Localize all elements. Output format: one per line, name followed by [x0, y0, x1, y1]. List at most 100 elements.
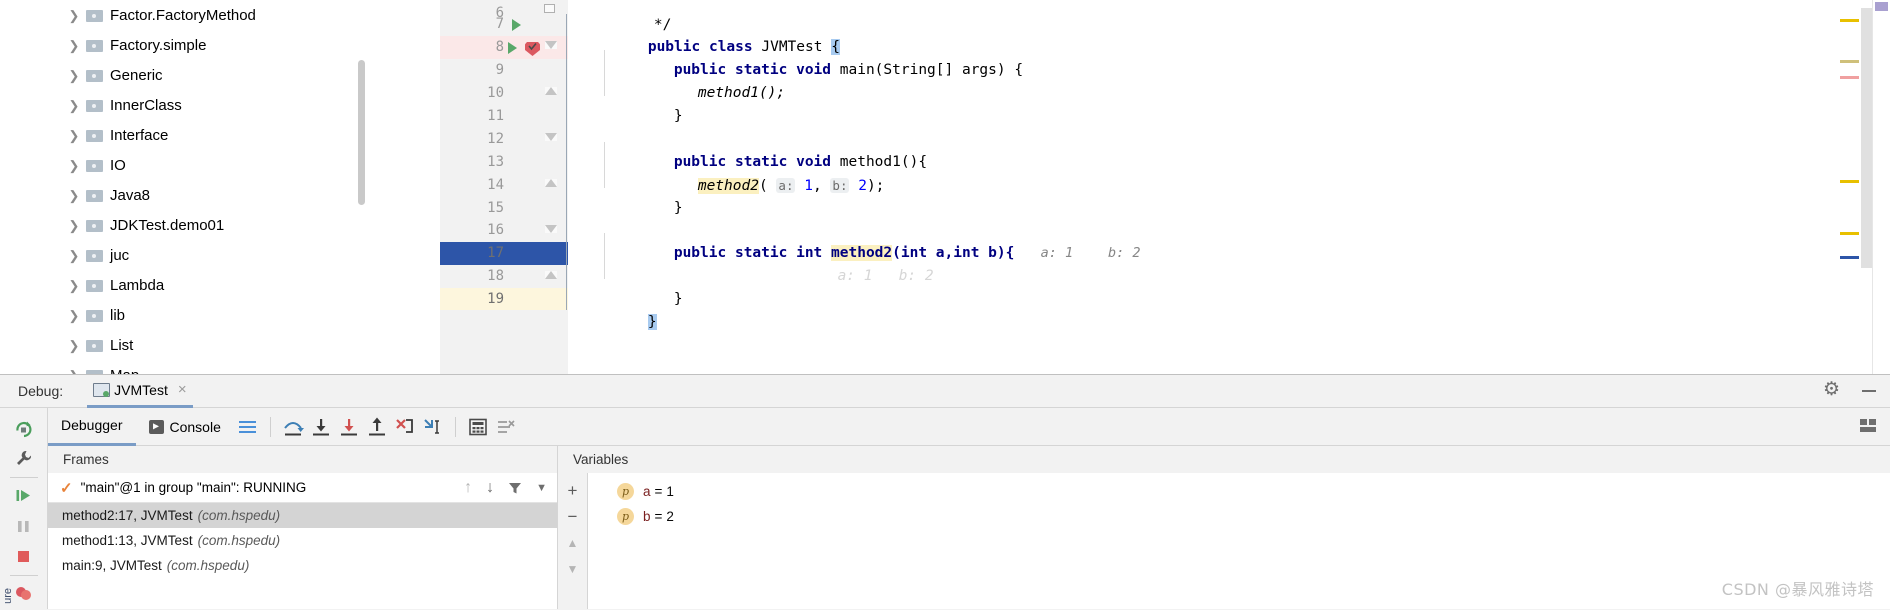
- chevron-right-icon[interactable]: ❯: [66, 219, 82, 232]
- tree-item-label: Generic: [110, 66, 163, 84]
- chevron-right-icon[interactable]: ❯: [66, 339, 82, 352]
- chevron-right-icon[interactable]: ❯: [66, 99, 82, 112]
- evaluate-expression-icon[interactable]: [464, 408, 492, 446]
- mute-breakpoints-icon[interactable]: [492, 408, 520, 446]
- force-step-into-icon[interactable]: [335, 408, 363, 446]
- marker-warning[interactable]: [1840, 232, 1859, 235]
- tree-item-6[interactable]: ❯ Java8: [0, 180, 440, 210]
- project-tree-scrollbar[interactable]: [358, 60, 365, 205]
- frame-row[interactable]: method2:17, JVMTest (com.hspedu): [48, 503, 557, 528]
- fold-marker-method1-icon[interactable]: [545, 133, 557, 141]
- editor-scrollbar-thumb[interactable]: [1861, 8, 1872, 268]
- run-to-cursor-icon[interactable]: [419, 408, 447, 446]
- tree-item-10[interactable]: ❯ lib: [0, 300, 440, 330]
- filter-icon[interactable]: [508, 481, 522, 495]
- breakpoint-icon[interactable]: [524, 40, 541, 57]
- frames-tools[interactable]: ↑ ↓ ▼: [464, 479, 547, 497]
- tree-item-7[interactable]: ❯ JDKTest.demo01: [0, 210, 440, 240]
- step-into-icon[interactable]: [307, 408, 335, 446]
- scroll-down-icon[interactable]: ▼: [558, 556, 588, 582]
- gear-icon[interactable]: [1823, 378, 1840, 401]
- tree-item-5[interactable]: ❯ IO: [0, 150, 440, 180]
- run-class-gutter-icon[interactable]: [512, 19, 521, 31]
- down-arrow-icon[interactable]: ↓: [486, 479, 494, 497]
- show-execution-point-icon[interactable]: [234, 408, 262, 446]
- close-icon[interactable]: ×: [178, 381, 187, 398]
- chevron-right-icon[interactable]: ❯: [66, 69, 82, 82]
- frame-row[interactable]: method1:13, JVMTest (com.hspedu): [48, 528, 557, 553]
- step-over-icon[interactable]: [279, 408, 307, 446]
- inspection-status-icon[interactable]: [1875, 2, 1888, 11]
- fold-marker-method-icon[interactable]: [545, 41, 557, 49]
- debug-session-tab[interactable]: JVMTest ×: [87, 375, 193, 408]
- variables-pane[interactable]: Variables + − ▲ ▼ p a = 1 p b = 2: [558, 446, 1890, 609]
- variable-name: a: [643, 484, 651, 499]
- minimize-icon[interactable]: [1862, 389, 1876, 392]
- code-analysis-strip[interactable]: [1872, 0, 1890, 374]
- fold-marker-method2-end-icon[interactable]: [545, 271, 557, 279]
- tree-item-1[interactable]: ❯ Factory.simple: [0, 30, 440, 60]
- code-editor[interactable]: 6 7 8 9 10 11 12 13 14 15 16 17 18 19 */…: [440, 0, 1890, 374]
- step-over-glyph: [284, 421, 304, 435]
- project-tree-panel[interactable]: ❯ Factor.FactoryMethod ❯ Factory.simple …: [0, 0, 440, 374]
- tab-debugger[interactable]: Debugger: [48, 408, 136, 446]
- fold-marker-comment-icon[interactable]: [544, 4, 555, 13]
- code-text-area[interactable]: */ public class JVMTest { public static …: [568, 0, 1890, 374]
- tree-item-11[interactable]: ❯ List: [0, 330, 440, 360]
- tree-item-12[interactable]: ❯ Map: [0, 360, 440, 374]
- tab-console[interactable]: ▶ Console: [136, 408, 234, 446]
- chevron-right-icon[interactable]: ❯: [66, 249, 82, 262]
- drop-frame-icon[interactable]: [391, 408, 419, 446]
- variables-side-toolbar[interactable]: + − ▲ ▼: [558, 473, 588, 609]
- marker-current-line[interactable]: [1840, 256, 1859, 259]
- line-number: 9: [495, 62, 504, 78]
- thread-row[interactable]: ✓ "main"@1 in group "main": RUNNING ↑ ↓ …: [48, 473, 557, 503]
- chevron-right-icon[interactable]: ❯: [66, 159, 82, 172]
- run-method-gutter-icon[interactable]: [508, 42, 517, 54]
- fold-marker-method-end-icon[interactable]: [545, 87, 557, 95]
- tree-item-9[interactable]: ❯ Lambda: [0, 270, 440, 300]
- marker-warning[interactable]: [1840, 60, 1859, 63]
- frames-list[interactable]: ✓ "main"@1 in group "main": RUNNING ↑ ↓ …: [48, 473, 557, 609]
- chevron-right-icon[interactable]: ❯: [66, 129, 82, 142]
- mute-breakpoints-glyph: [497, 419, 515, 433]
- tree-item-8[interactable]: ❯ juc: [0, 240, 440, 270]
- tree-item-4[interactable]: ❯ Interface: [0, 120, 440, 150]
- chevron-down-icon[interactable]: ▼: [536, 482, 547, 494]
- frame-row[interactable]: main:9, JVMTest (com.hspedu): [48, 553, 557, 578]
- frames-pane[interactable]: Frames ✓ "main"@1 in group "main": RUNNI…: [48, 446, 558, 609]
- code-line-8: public static void main(String[] args) {: [604, 36, 1890, 78]
- debug-tool-window[interactable]: Debug: JVMTest × ⚙ Debugger ▶ Console Fr…: [0, 374, 1890, 610]
- layout-settings-icon[interactable]: [1860, 419, 1876, 433]
- variable-row[interactable]: p b = 2: [589, 504, 1890, 529]
- tree-item-2[interactable]: ❯ Generic: [0, 60, 440, 90]
- marker-error[interactable]: [1840, 76, 1859, 79]
- fold-marker-method2-icon[interactable]: [545, 225, 557, 233]
- frames-title: Frames: [48, 446, 557, 473]
- chevron-right-icon[interactable]: ❯: [66, 39, 82, 52]
- code-line-10: }: [604, 82, 1890, 124]
- tree-item-label: Java8: [110, 186, 151, 204]
- chevron-right-icon[interactable]: ❯: [66, 279, 82, 292]
- step-out-glyph: [368, 417, 385, 435]
- add-watch-icon[interactable]: +: [558, 478, 588, 504]
- debug-toolbar[interactable]: Debugger ▶ Console: [48, 408, 1890, 446]
- step-out-icon[interactable]: [363, 408, 391, 446]
- variables-title: Variables: [558, 446, 1890, 473]
- variable-row[interactable]: p a = 1: [589, 479, 1890, 504]
- rerun-icon[interactable]: [0, 413, 48, 443]
- variables-list[interactable]: p a = 1 p b = 2: [589, 473, 1890, 609]
- tree-item-3[interactable]: ❯ InnerClass: [0, 90, 440, 120]
- up-arrow-icon[interactable]: ↑: [464, 479, 472, 497]
- fold-marker-method1-end-icon[interactable]: [545, 179, 557, 187]
- remove-watch-icon[interactable]: −: [558, 504, 588, 530]
- folder-icon: [86, 159, 103, 172]
- scroll-up-icon[interactable]: ▲: [558, 530, 588, 556]
- chevron-right-icon[interactable]: ❯: [66, 309, 82, 322]
- chevron-right-icon[interactable]: ❯: [66, 189, 82, 202]
- debug-header-actions[interactable]: [1823, 378, 1876, 401]
- marker-warning[interactable]: [1840, 180, 1859, 183]
- frame-label: main:9, JVMTest: [62, 558, 162, 573]
- marker-warning[interactable]: [1840, 19, 1859, 22]
- chevron-right-icon[interactable]: ❯: [66, 9, 82, 22]
